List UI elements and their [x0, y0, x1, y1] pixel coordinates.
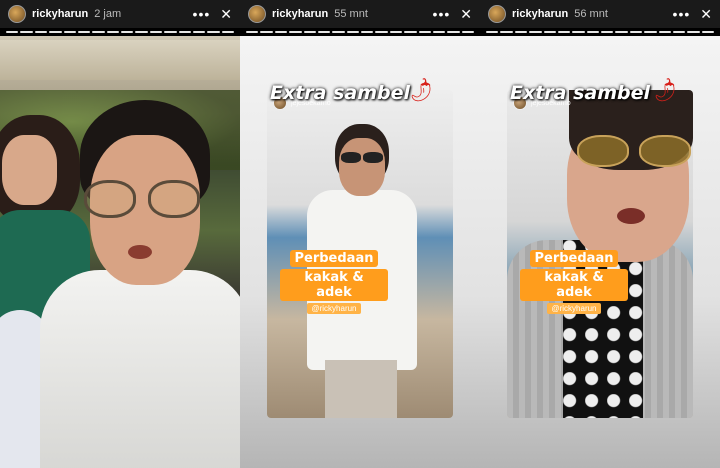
progress-bar	[6, 31, 234, 33]
caption-sticker: Perbedaan kakak & adek @rickyharun	[520, 250, 628, 314]
photo-glasses	[84, 180, 202, 220]
progress-segment	[687, 31, 700, 33]
caption-line: Perbedaan	[529, 250, 619, 267]
progress-segment	[672, 31, 686, 33]
progress-segment	[20, 31, 33, 33]
progress-segment	[77, 31, 91, 33]
progress-segment	[447, 31, 460, 33]
progress-segment	[572, 31, 585, 33]
progress-segment	[658, 31, 671, 33]
progress-segment	[601, 31, 614, 33]
progress-segment	[221, 31, 234, 33]
caption-line: kakak & adek	[520, 269, 628, 301]
story-header: rickyharun 56 mnt ••• ✕	[480, 0, 720, 28]
progress-segment	[246, 31, 259, 33]
progress-segment	[92, 31, 105, 33]
progress-segment	[418, 31, 431, 33]
username[interactable]: rickyharun	[512, 8, 568, 20]
progress-segment	[106, 31, 119, 33]
progress-segment	[375, 31, 388, 33]
story-header: rickyharun 2 jam ••• ✕	[0, 0, 240, 28]
more-dots-icon[interactable]: •••	[673, 6, 691, 22]
caption-line: kakak & adek	[280, 269, 388, 301]
progress-segment	[207, 31, 220, 33]
avatar[interactable]	[488, 5, 506, 23]
progress-segment	[149, 31, 163, 33]
progress-segment	[701, 31, 714, 33]
avatar[interactable]	[248, 5, 266, 23]
photo-cart-roof	[0, 40, 240, 80]
progress-segment	[361, 31, 374, 33]
photo-woman-face	[2, 135, 57, 205]
close-icon[interactable]: ✕	[460, 6, 472, 23]
progress-segment	[432, 31, 446, 33]
progress-segment	[346, 31, 359, 33]
progress-segment	[6, 31, 19, 33]
username[interactable]: rickyharun	[272, 8, 328, 20]
photo-man-face	[339, 138, 385, 196]
caption-line: Perbedaan	[289, 250, 379, 267]
progress-segment	[317, 31, 331, 33]
progress-segment	[389, 31, 403, 33]
progress-segment	[557, 31, 571, 33]
photo-man-pants	[325, 360, 397, 418]
progress-segment	[529, 31, 542, 33]
progress-segment	[135, 31, 148, 33]
photo-mouth	[128, 245, 152, 259]
progress-segment	[461, 31, 474, 33]
progress-segment	[543, 31, 556, 33]
progress-segment	[121, 31, 134, 33]
progress-bar	[246, 31, 474, 33]
story-panel-2[interactable]: rickyharun 55 mnt ••• ✕ jejesoekarno Ext…	[240, 0, 480, 468]
timestamp: 2 jam	[94, 8, 122, 20]
progress-segment	[164, 31, 177, 33]
progress-segment	[500, 31, 513, 33]
photo-mouth	[617, 208, 645, 224]
close-icon[interactable]: ✕	[220, 6, 232, 23]
progress-segment	[629, 31, 643, 33]
close-icon[interactable]: ✕	[700, 6, 712, 23]
progress-segment	[260, 31, 273, 33]
progress-segment	[289, 31, 302, 33]
mention-tag[interactable]: @rickyharun	[307, 303, 361, 314]
progress-segment	[178, 31, 191, 33]
progress-segment	[644, 31, 657, 33]
progress-segment	[303, 31, 316, 33]
photo-sunglasses	[577, 135, 693, 169]
timestamp: 55 mnt	[334, 8, 368, 20]
progress-segment	[486, 31, 499, 33]
timestamp: 56 mnt	[574, 8, 608, 20]
username[interactable]: rickyharun	[32, 8, 88, 20]
progress-segment	[34, 31, 48, 33]
story-header: rickyharun 55 mnt ••• ✕	[240, 0, 480, 28]
progress-segment	[514, 31, 528, 33]
progress-segment	[404, 31, 417, 33]
story-panel-3[interactable]: rickyharun 56 mnt ••• ✕ jejesoekarno Ext…	[480, 0, 720, 468]
more-dots-icon[interactable]: •••	[433, 6, 451, 22]
mention-tag[interactable]: @rickyharun	[547, 303, 601, 314]
progress-segment	[586, 31, 599, 33]
progress-segment	[615, 31, 628, 33]
progress-segment	[49, 31, 62, 33]
avatar[interactable]	[8, 5, 26, 23]
photo-sunglasses	[339, 152, 385, 164]
progress-bar	[486, 31, 714, 33]
caption-sticker: Perbedaan kakak & adek @rickyharun	[280, 250, 388, 314]
progress-segment	[274, 31, 288, 33]
story-panel-1[interactable]: rickyharun 2 jam ••• ✕	[0, 0, 240, 468]
progress-segment	[332, 31, 345, 33]
progress-segment	[63, 31, 76, 33]
more-dots-icon[interactable]: •••	[193, 6, 211, 22]
photo-man-shirt	[40, 270, 240, 468]
progress-segment	[192, 31, 206, 33]
